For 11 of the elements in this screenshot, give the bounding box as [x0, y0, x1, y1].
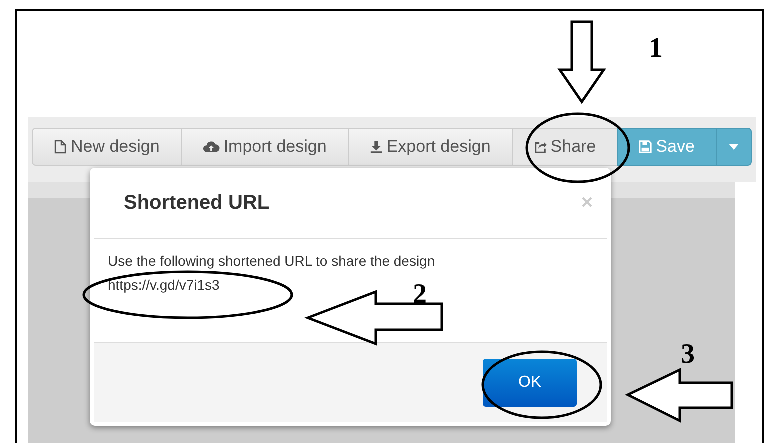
- step-number: 2: [413, 279, 427, 311]
- shortened-url: https://v.gd/v7i1s3: [108, 277, 221, 293]
- dialog-title: Shortened URL: [124, 192, 270, 214]
- share-button[interactable]: Share: [512, 128, 618, 166]
- dialog-message: Use the following shortened URL to share the design: [108, 253, 436, 269]
- toolbar-button[interactable]: New design: [32, 128, 182, 166]
- ok-button[interactable]: OK: [483, 358, 577, 406]
- toolbar-button[interactable]: Import design: [180, 128, 349, 166]
- toolbar-button[interactable]: Export design: [348, 128, 513, 166]
- step-number: 3: [681, 339, 695, 371]
- step-number: 1: [649, 33, 663, 65]
